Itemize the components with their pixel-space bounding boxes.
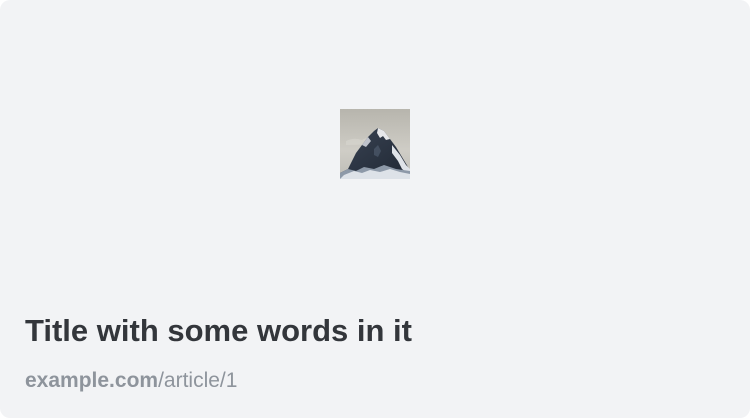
mountain-thumbnail-icon: [340, 109, 410, 179]
url-path: /article/1: [158, 369, 238, 392]
link-preview-card[interactable]: Title with some words in it example.com/…: [0, 0, 750, 418]
url-domain: example.com: [25, 369, 159, 392]
article-title[interactable]: Title with some words in it: [25, 312, 412, 350]
article-url[interactable]: example.com/article/1: [25, 367, 237, 395]
